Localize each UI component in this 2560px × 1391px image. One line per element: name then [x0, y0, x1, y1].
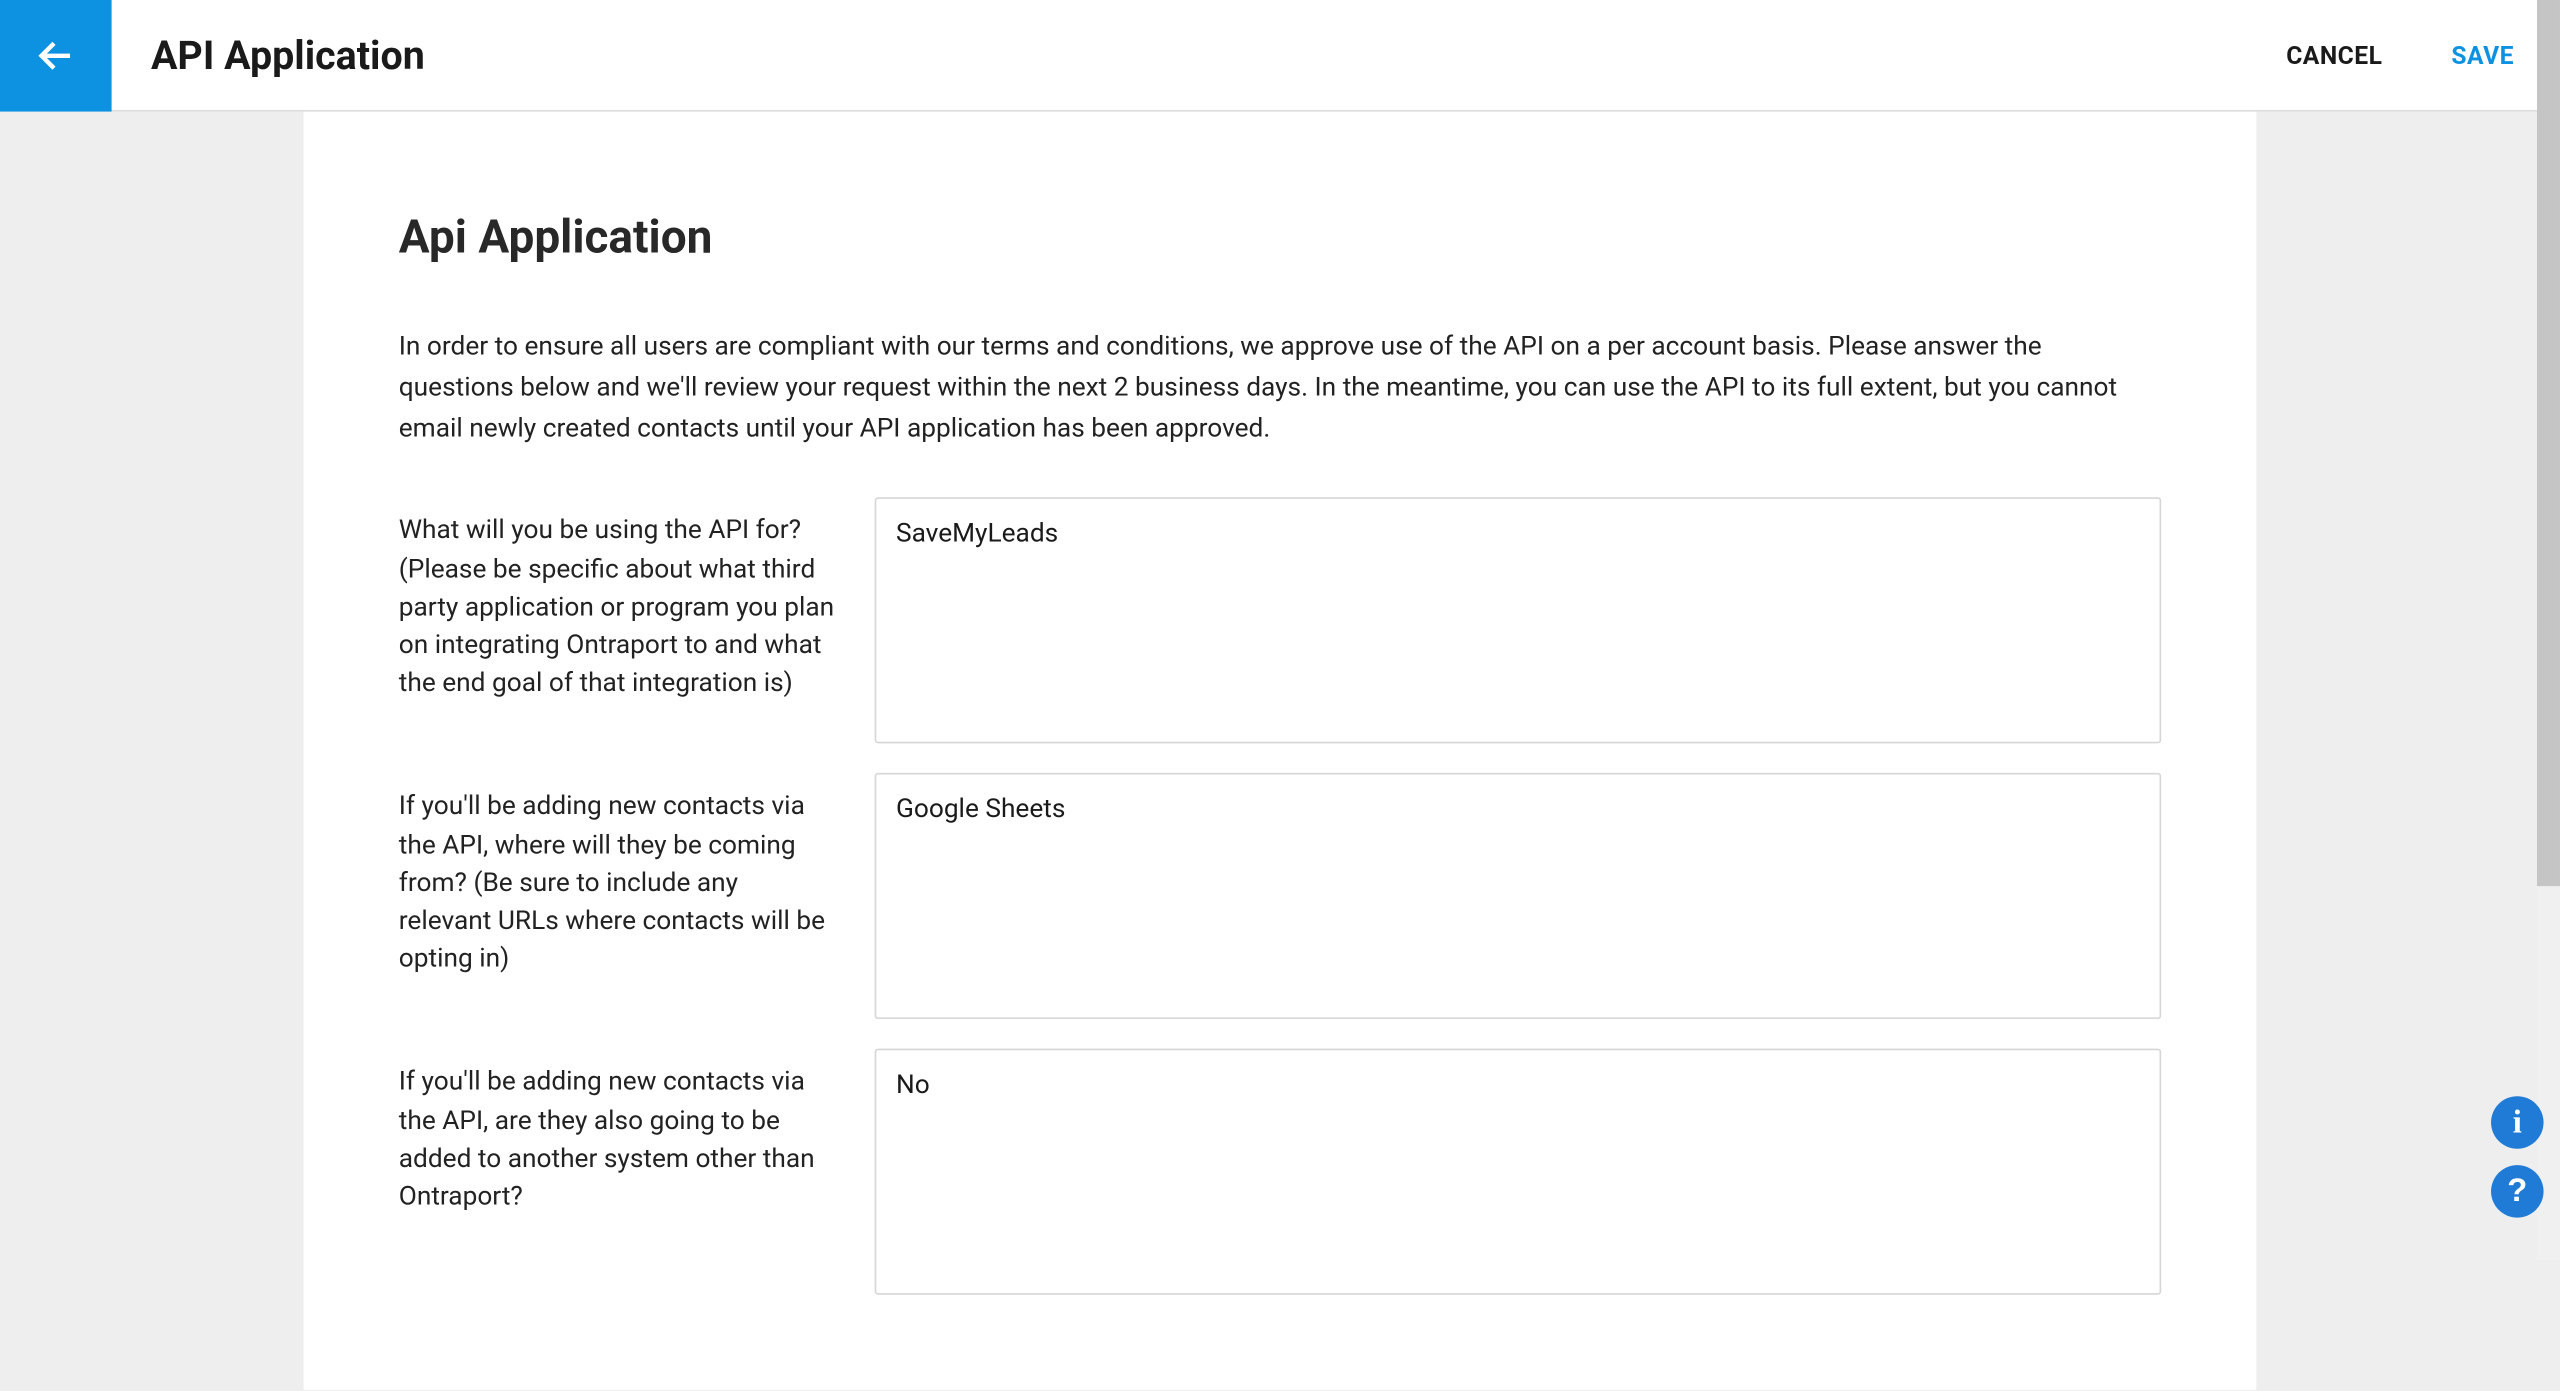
input-source[interactable] [875, 774, 2162, 1020]
form-card: Api Application In order to ensure all u… [304, 112, 2257, 1391]
cancel-button[interactable]: CANCEL [2286, 40, 2382, 70]
scrollbar-thumb[interactable] [2537, 0, 2560, 886]
scrollbar-track[interactable] [2537, 0, 2560, 1260]
content-wrap: Api Application In order to ensure all u… [0, 112, 2560, 1391]
header-bar: API Application CANCEL SAVE [0, 0, 2560, 112]
label-source: If you'll be adding new contacts via the… [399, 774, 875, 977]
back-button[interactable] [0, 0, 112, 111]
section-title: Api Application [399, 210, 2161, 264]
input-other-system[interactable] [875, 1049, 2162, 1295]
float-icons: i ? [2491, 1096, 2544, 1217]
label-usage: What will you be using the API for? (Ple… [399, 498, 875, 701]
form-row-usage: What will you be using the API for? (Ple… [399, 498, 2161, 751]
form-row-other-system: If you'll be adding new contacts via the… [399, 1049, 2161, 1302]
label-other-system: If you'll be adding new contacts via the… [399, 1049, 875, 1214]
section-intro: In order to ensure all users are complia… [399, 327, 2138, 449]
page-title: API Application [151, 32, 425, 78]
form-row-source: If you'll be adding new contacts via the… [399, 774, 2161, 1027]
header-actions: CANCEL SAVE [2286, 40, 2560, 70]
input-usage[interactable] [875, 498, 2162, 744]
info-icon[interactable]: i [2491, 1096, 2544, 1149]
arrow-left-icon [34, 34, 77, 77]
save-button[interactable]: SAVE [2451, 40, 2514, 70]
help-icon[interactable]: ? [2491, 1165, 2544, 1218]
